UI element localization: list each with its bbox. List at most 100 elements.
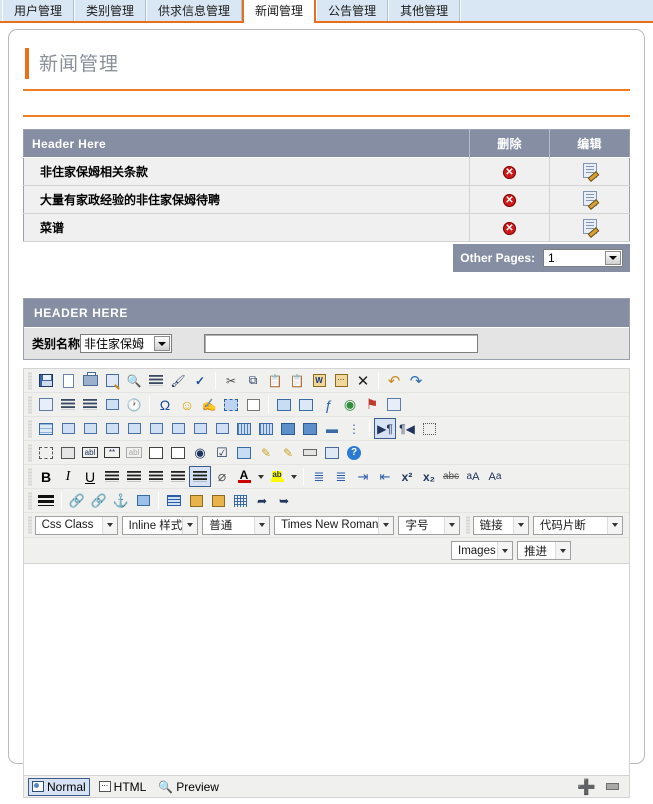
paste-special-icon[interactable]: ⋯ <box>330 370 352 391</box>
inline-style-dropdown[interactable]: Inline 样式 <box>121 515 199 535</box>
help-icon[interactable]: ? <box>343 442 365 463</box>
radio-button-icon[interactable]: ◉ <box>189 442 211 463</box>
replace-icon[interactable] <box>145 370 167 391</box>
insert-link-icon[interactable]: 🔗 <box>66 490 88 511</box>
xyz-field-icon[interactable] <box>242 394 264 415</box>
grid-icon[interactable] <box>229 490 251 511</box>
decrease-indent-icon[interactable]: ⇤ <box>374 466 396 487</box>
print-preview-icon[interactable] <box>101 370 123 391</box>
flash-icon[interactable]: ƒ <box>317 394 339 415</box>
text-direction-ltr-icon[interactable]: ▶¶ <box>374 418 396 439</box>
text-color-icon[interactable]: A <box>233 466 255 487</box>
delete-cell[interactable]: ✕ <box>469 185 550 214</box>
numbered-list-icon[interactable]: ≣ <box>308 466 330 487</box>
chevron-down-icon[interactable] <box>555 542 570 559</box>
toolbar-grip[interactable] <box>28 443 32 462</box>
send-to-back-icon[interactable] <box>207 490 229 511</box>
editor-content-area[interactable] <box>23 564 630 776</box>
delete-icon[interactable]: ✕ <box>352 370 374 391</box>
edit-cell[interactable] <box>549 157 630 186</box>
background-color-icon[interactable]: ab <box>266 466 288 487</box>
insert-column-before-icon[interactable] <box>123 418 145 439</box>
new-page-icon[interactable] <box>57 370 79 391</box>
delete-icon[interactable]: ✕ <box>503 166 516 179</box>
horizontal-line-icon[interactable] <box>35 490 57 511</box>
image-editor-icon[interactable] <box>295 394 317 415</box>
align-right-icon[interactable] <box>145 466 167 487</box>
template-icon[interactable] <box>383 394 405 415</box>
bring-to-front-icon[interactable] <box>185 490 207 511</box>
delete-column-icon[interactable] <box>167 418 189 439</box>
bold-icon[interactable]: B <box>35 466 57 487</box>
category-select[interactable]: 非住家保姆 <box>80 334 173 353</box>
show-blocks-icon[interactable] <box>418 418 440 439</box>
chevron-down-icon[interactable] <box>154 336 171 351</box>
redo-icon[interactable]: ↷ <box>405 370 427 391</box>
html-mode-tab[interactable]: ⋯ HTML <box>96 779 150 795</box>
chevron-down-icon[interactable] <box>497 542 512 559</box>
merge-cells-icon[interactable] <box>189 418 211 439</box>
date-field-icon[interactable] <box>101 394 123 415</box>
chevron-down-icon[interactable] <box>182 516 198 534</box>
text-block-icon[interactable] <box>163 490 185 511</box>
increase-indent-icon[interactable]: ⇥ <box>352 466 374 487</box>
clean-formatting-icon[interactable]: 🖌 <box>167 370 189 391</box>
special-character-icon[interactable]: Ω <box>154 394 176 415</box>
highlight-pen-icon[interactable]: ✎ <box>255 442 277 463</box>
signature-icon[interactable]: ✍ <box>198 394 220 415</box>
cut-icon[interactable]: ✂ <box>220 370 242 391</box>
tab-user-management[interactable]: 用户管理 <box>2 0 75 21</box>
pdf-icon[interactable]: ⚑ <box>361 394 383 415</box>
chevron-down-icon[interactable] <box>605 251 621 265</box>
insert-row-after-icon[interactable] <box>79 418 101 439</box>
chevron-down-icon[interactable] <box>607 516 622 534</box>
delete-cell[interactable]: ✕ <box>469 157 550 186</box>
delete-icon[interactable]: ✕ <box>503 194 516 207</box>
toolbar-grip[interactable] <box>28 491 32 510</box>
collapse-icon[interactable] <box>606 783 619 790</box>
lowercase-icon[interactable]: Aa <box>484 466 506 487</box>
form-icon[interactable] <box>35 442 57 463</box>
print-icon[interactable] <box>79 370 101 391</box>
text-color-chevron-icon[interactable] <box>255 466 266 487</box>
image-icon[interactable] <box>273 394 295 415</box>
table-grid-icon[interactable] <box>233 418 255 439</box>
strikethrough-icon[interactable]: abc <box>440 466 462 487</box>
cursor-tag-icon[interactable] <box>132 490 154 511</box>
select-field-icon[interactable] <box>145 442 167 463</box>
edit-cell[interactable] <box>549 185 630 214</box>
tab-supply-demand-management[interactable]: 供求信息管理 <box>146 0 243 21</box>
spellcheck-icon[interactable]: ✓ <box>189 370 211 391</box>
paste-from-word-icon[interactable]: W <box>308 370 330 391</box>
add-selection-icon[interactable]: ➦ <box>251 490 273 511</box>
superscript-icon[interactable]: x² <box>396 466 418 487</box>
code-snippet-dropdown[interactable]: 代码片断 <box>532 515 623 535</box>
row-properties-icon[interactable] <box>299 418 321 439</box>
chevron-down-icon[interactable] <box>101 516 117 534</box>
hidden-field-icon[interactable] <box>57 442 79 463</box>
split-cells-icon[interactable] <box>211 418 233 439</box>
highlight-pen-alt-icon[interactable]: ✎ <box>277 442 299 463</box>
css-class-dropdown[interactable]: Css Class <box>34 515 118 535</box>
toolbar-grip[interactable] <box>28 419 32 438</box>
chevron-down-icon[interactable] <box>512 516 528 534</box>
find-icon[interactable]: 🔍 <box>123 370 145 391</box>
undo-icon[interactable]: ↶ <box>383 370 405 391</box>
underline-icon[interactable]: U <box>79 466 101 487</box>
page-break-icon[interactable] <box>220 394 242 415</box>
media-player-icon[interactable]: ◉ <box>339 394 361 415</box>
news-title-input[interactable] <box>204 334 479 353</box>
edit-cell[interactable] <box>549 213 630 242</box>
eraser-icon[interactable]: ⌀ <box>211 466 233 487</box>
select-all-icon[interactable] <box>35 394 57 415</box>
checkbox-icon[interactable]: ☑ <box>211 442 233 463</box>
delete-icon[interactable]: ✕ <box>503 222 516 235</box>
delete-cell[interactable]: ✕ <box>469 213 550 242</box>
insert-column-after-icon[interactable] <box>145 418 167 439</box>
paragraph-format-dropdown[interactable]: 普通 <box>202 515 271 535</box>
tab-other-management[interactable]: 其他管理 <box>388 0 461 21</box>
align-center-icon[interactable] <box>123 466 145 487</box>
toolbar-grip[interactable] <box>28 516 32 534</box>
expand-icon[interactable]: ➕ <box>577 778 596 796</box>
toolbar-grip[interactable] <box>28 395 32 414</box>
